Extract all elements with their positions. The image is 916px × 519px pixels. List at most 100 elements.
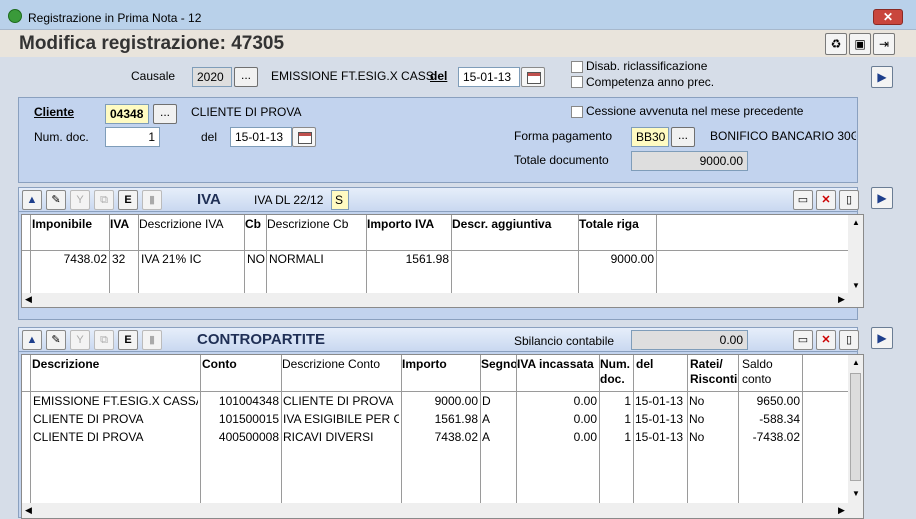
export-icon[interactable]: E: [118, 190, 138, 210]
iva-code: 32: [112, 252, 126, 266]
cliente-lookup-button[interactable]: ...: [153, 104, 177, 124]
divider: [738, 355, 739, 503]
iva-vertical-scrollbar[interactable]: ▲ ▼: [848, 215, 863, 293]
up-arrow-icon[interactable]: ▲: [22, 330, 42, 350]
copy-icon[interactable]: ⧉: [94, 190, 114, 210]
divider: [401, 355, 402, 503]
cp-col-header: Descrizione: [32, 357, 100, 371]
cliente-label[interactable]: Cliente: [34, 105, 74, 119]
competenza-checkbox[interactable]: [571, 76, 583, 88]
app-icon: [8, 9, 22, 23]
cp-col-header: conto: [742, 372, 772, 386]
divider: [22, 391, 848, 392]
window-icon[interactable]: ▭: [793, 190, 813, 210]
new-document-icon[interactable]: ▯: [839, 190, 859, 210]
contropartite-panel: ▲ ✎ Y ⧉ E ▮ CONTROPARTITE Sbilancio cont…: [18, 327, 864, 519]
scroll-thumb[interactable]: [850, 373, 861, 481]
iva-totale-riga: 9000.00: [610, 252, 654, 266]
cp-col-header: doc.: [600, 372, 625, 386]
num-doc-field[interactable]: 1: [105, 127, 160, 147]
scroll-down-icon[interactable]: ▼: [852, 489, 860, 498]
iva-description: IVA 21% IC: [141, 252, 202, 266]
scroll-up-icon[interactable]: ▲: [852, 358, 860, 367]
forma-pagamento-code[interactable]: BB30: [631, 127, 669, 147]
new-document-icon[interactable]: ▯: [839, 330, 859, 350]
cp-descrizione-conto: CLIENTE DI PROVA: [283, 394, 394, 408]
scroll-down-icon[interactable]: ▼: [852, 281, 860, 290]
calendar-icon[interactable]: [521, 67, 545, 87]
scroll-right-icon[interactable]: ▶: [838, 505, 845, 516]
next-arrow-icon[interactable]: ▶: [871, 187, 893, 209]
iva-dl-field[interactable]: S: [331, 190, 349, 210]
num-doc-label: Num. doc.: [34, 130, 89, 144]
delete-icon[interactable]: ✕: [816, 190, 836, 210]
next-arrow-icon[interactable]: ▶: [871, 66, 893, 88]
scroll-left-icon[interactable]: ◀: [25, 294, 32, 305]
table-row[interactable]: 7438.02 32 IVA 21% IC NO NORMALI 1561.98…: [22, 252, 852, 270]
causale-del-label[interactable]: del: [430, 69, 447, 83]
window-icon[interactable]: ▭: [793, 330, 813, 350]
cp-col-header: Conto: [202, 357, 237, 371]
causale-code-field[interactable]: 2020: [192, 67, 232, 87]
copy-icon[interactable]: ⧉: [94, 330, 114, 350]
filter-icon[interactable]: Y: [70, 330, 90, 350]
forma-pagamento-lookup-button[interactable]: ...: [671, 127, 695, 147]
window-close-button[interactable]: ✕: [873, 9, 903, 25]
cessione-checkbox[interactable]: [571, 106, 583, 118]
iva-importo: 1561.98: [405, 252, 449, 266]
divider: [200, 355, 201, 503]
cp-segno: A: [482, 430, 491, 444]
calendar-icon[interactable]: [292, 127, 316, 147]
recycle-icon[interactable]: ♻: [825, 33, 847, 55]
save-icon[interactable]: ▣: [849, 33, 871, 55]
registration-number: 47305: [231, 33, 285, 54]
lock-icon[interactable]: ▮: [142, 190, 162, 210]
next-arrow-icon[interactable]: ▶: [871, 327, 893, 349]
cliente-code-field[interactable]: 04348: [105, 104, 149, 124]
cp-iva-incassata: 0.00: [573, 394, 597, 408]
exit-icon[interactable]: ⇥: [873, 33, 895, 55]
disab-riclass-checkbox[interactable]: [571, 61, 583, 73]
export-icon[interactable]: E: [118, 330, 138, 350]
edit-icon[interactable]: ✎: [46, 190, 66, 210]
up-arrow-icon[interactable]: ▲: [22, 190, 42, 210]
cp-col-header: Saldo: [742, 357, 773, 371]
cp-col-header: del: [636, 357, 654, 371]
delete-icon[interactable]: ✕: [816, 330, 836, 350]
cp-saldo: -588.34: [759, 412, 800, 426]
cp-iva-incassata: 0.00: [573, 412, 597, 426]
table-row[interactable]: CLIENTE DI PROVA 400500008 RICAVI DIVERS…: [22, 430, 848, 446]
title-bar: Registrazione in Prima Nota - 12 ✕: [0, 0, 916, 30]
scroll-left-icon[interactable]: ◀: [25, 505, 32, 516]
iva-col-header: Descr. aggiuntiva: [452, 217, 552, 231]
scroll-right-icon[interactable]: ▶: [838, 294, 845, 305]
iva-col-header: Cb: [245, 217, 261, 231]
causale-lookup-button[interactable]: ...: [234, 67, 258, 87]
cp-descrizione: CLIENTE DI PROVA: [33, 412, 144, 426]
edit-icon[interactable]: ✎: [46, 330, 66, 350]
causale-date-field[interactable]: 15-01-13: [458, 67, 520, 87]
cp-num-doc: 1: [624, 412, 631, 426]
cp-vertical-scrollbar[interactable]: ▲ ▼: [848, 355, 863, 503]
doc-date-field[interactable]: 15-01-13: [230, 127, 292, 147]
iva-imponibile: 7438.02: [63, 252, 107, 266]
cp-ratei: No: [689, 412, 705, 426]
cp-importo: 9000.00: [434, 394, 478, 408]
iva-panel: ▲ ✎ Y ⧉ E ▮ IVA IVA DL 22/12 S ▭ ✕ ▯ Imp…: [18, 187, 864, 320]
cliente-del-label: del: [201, 130, 218, 144]
cp-descrizione-conto: IVA ESIGIBILE PER C: [283, 412, 399, 426]
iva-col-header: Descrizione IVA: [139, 217, 224, 231]
table-row[interactable]: EMISSIONE FT.ESIG.X CASSA 101004348 CLIE…: [22, 394, 848, 410]
cp-segno: A: [482, 412, 491, 426]
lock-icon[interactable]: ▮: [142, 330, 162, 350]
divider: [480, 355, 481, 503]
cp-col-header: Segno: [481, 357, 518, 371]
cp-col-header: IVA incassata: [517, 357, 594, 371]
filter-icon[interactable]: Y: [70, 190, 90, 210]
iva-dl-label: IVA DL 22/12: [254, 193, 324, 207]
cp-horizontal-scrollbar[interactable]: ◀ ▶: [22, 503, 863, 518]
scroll-up-icon[interactable]: ▲: [852, 218, 860, 227]
cp-col-header: Descrizione Conto: [282, 357, 381, 371]
iva-horizontal-scrollbar[interactable]: ◀ ▶: [22, 293, 863, 307]
table-row[interactable]: CLIENTE DI PROVA 101500015 IVA ESIGIBILE…: [22, 412, 848, 428]
